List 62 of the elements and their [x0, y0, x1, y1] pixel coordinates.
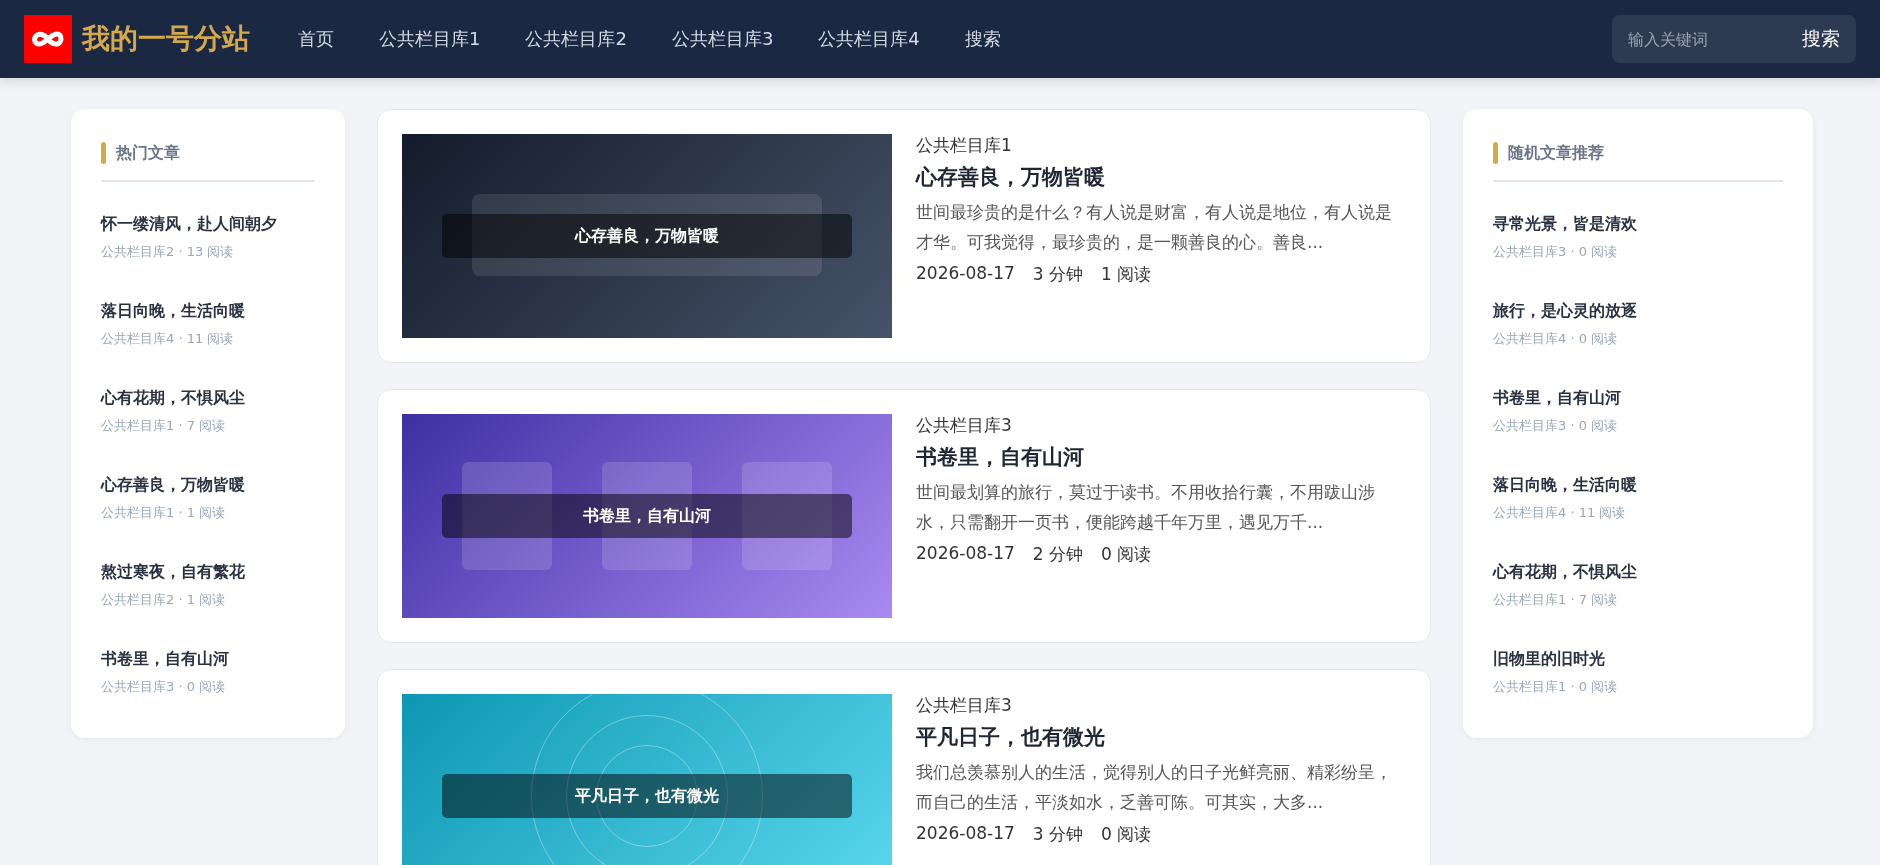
cover-image[interactable]: 心存善良，万物皆暖	[402, 134, 892, 338]
article-meta: 公共栏目库4 · 11 阅读	[1493, 504, 1627, 522]
article-meta: 公共栏目库1 · 7 阅读	[101, 417, 227, 435]
cover-caption: 书卷里，自有山河	[442, 494, 852, 538]
search-button[interactable]: 搜索	[1798, 15, 1856, 63]
article-meta: 公共栏目库1 · 7 阅读	[1493, 591, 1619, 609]
article-link[interactable]: 落日向晚，生活向暖	[1493, 475, 1783, 496]
article-link[interactable]: 旅行，是心灵的放逐	[1493, 301, 1783, 322]
article-meta: 公共栏目库1 · 0 阅读	[1493, 678, 1619, 696]
article-meta: 公共栏目库3 · 0 阅读	[1493, 243, 1619, 261]
category-label: 公共栏目库1	[916, 134, 1013, 157]
article-meta: 公共栏目库2 · 1 阅读	[101, 591, 227, 609]
article-link[interactable]: 熬过寒夜，自有繁花	[101, 562, 315, 583]
nav-link[interactable]: 搜索	[964, 27, 1001, 51]
article-excerpt: 世间最珍贵的是什么？有人说是财富，有人说是地位，有人说是才华。可我觉得，最珍贵的，是一颗善良的心。善良...	[916, 201, 1393, 254]
cover-image[interactable]: 书卷里，自有山河	[402, 414, 892, 618]
article-link[interactable]: 怀一缕清风，赴人间朝夕	[101, 214, 315, 235]
panel-title: 随机文章推荐	[1508, 142, 1604, 164]
cover-image[interactable]: 平凡日子，也有微光	[402, 694, 892, 865]
read-time: 2 分钟	[1032, 543, 1084, 566]
article-link[interactable]: 心有花期，不惧风尘	[1493, 562, 1783, 583]
view-count: 1 阅读	[1101, 263, 1152, 286]
publish-date: 2026-08-17	[916, 263, 1015, 285]
article-title[interactable]: 平凡日子，也有微光	[916, 723, 1406, 751]
article-meta: 公共栏目库1 · 1 阅读	[101, 504, 227, 522]
category-label: 公共栏目库3	[916, 694, 1013, 717]
article-link[interactable]: 落日向晚，生活向暖	[101, 301, 315, 322]
article-meta: 公共栏目库4 · 11 阅读	[101, 330, 235, 348]
cover-caption: 平凡日子，也有微光	[442, 774, 852, 818]
publish-date: 2026-08-17	[916, 823, 1015, 845]
nav-link[interactable]: 公共栏目库3	[671, 27, 774, 51]
article-link[interactable]: 寻常光景，皆是清欢	[1493, 214, 1783, 235]
view-count: 0 阅读	[1101, 543, 1152, 566]
read-time: 3 分钟	[1032, 823, 1084, 846]
site-title[interactable]: 我的一号分站	[82, 20, 250, 58]
article-link[interactable]: 心有花期，不惧风尘	[101, 388, 315, 409]
nav-link[interactable]: 公共栏目库1	[379, 27, 481, 51]
accent-bar	[1493, 142, 1498, 164]
nav-link[interactable]: 公共栏目库2	[525, 27, 627, 51]
article-link[interactable]: 书卷里，自有山河	[1493, 388, 1783, 409]
article-link[interactable]: 旧物里的旧时光	[1493, 649, 1783, 670]
article-excerpt: 我们总羡慕别人的生活，觉得别人的日子光鲜亮丽、精彩纷呈，而自己的生活，平淡如水，乏善可陈。可其实，大多...	[916, 761, 1393, 814]
cover-caption: 心存善良，万物皆暖	[442, 214, 852, 258]
article-title[interactable]: 心存善良，万物皆暖	[916, 163, 1406, 191]
nav-link[interactable]: 首页	[298, 27, 334, 51]
accent-bar	[101, 142, 106, 164]
view-count: 0 阅读	[1101, 823, 1152, 846]
nav-link[interactable]: 公共栏目库4	[818, 27, 920, 51]
category-label: 公共栏目库3	[916, 414, 1013, 437]
article-excerpt: 世间最划算的旅行，莫过于读书。不用收拾行囊，不用跋山涉水，只需翻开一页书，便能跨越千年万里，遇见万千...	[916, 481, 1376, 534]
article-title[interactable]: 书卷里，自有山河	[916, 443, 1406, 471]
search-field[interactable]: 输入关键词	[1612, 15, 1798, 63]
article-link[interactable]: 心存善良，万物皆暖	[101, 475, 315, 496]
article-meta: 公共栏目库3 · 0 阅读	[101, 678, 227, 696]
infinity-logo-icon	[24, 15, 72, 63]
article-link[interactable]: 书卷里，自有山河	[101, 649, 315, 670]
read-time: 3 分钟	[1032, 263, 1084, 286]
panel-title: 热门文章	[116, 142, 180, 164]
article-meta: 公共栏目库3 · 0 阅读	[1493, 417, 1619, 435]
publish-date: 2026-08-17	[916, 543, 1015, 565]
article-meta: 公共栏目库4 · 0 阅读	[1493, 330, 1619, 348]
article-meta: 公共栏目库2 · 13 阅读	[101, 243, 235, 261]
